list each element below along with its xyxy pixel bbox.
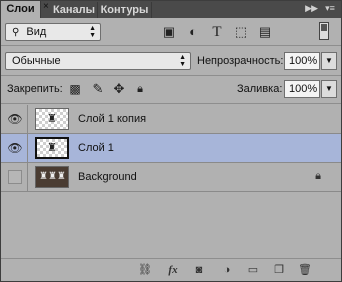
tab-paths[interactable]: Контуры <box>98 2 152 18</box>
layer-thumbnail: ♜♜♜ <box>35 166 69 188</box>
figures-icon: ♜♜♜ <box>39 171 66 182</box>
image-filter-icon[interactable]: ▣ <box>161 24 177 40</box>
lock-image-icon[interactable]: ✎ <box>90 81 106 97</box>
fill-input[interactable]: 100% <box>284 80 320 98</box>
figure-icon: ♜ <box>47 142 57 154</box>
delete-layer-icon[interactable]: 🗑︎ <box>297 262 313 278</box>
new-group-icon[interactable]: ▭ <box>245 262 261 278</box>
collapse-panel-icon[interactable]: ▶▶ <box>305 3 318 14</box>
type-filter-icon[interactable]: T <box>209 24 225 40</box>
tab-layers[interactable]: Слои <box>1 1 41 18</box>
figure-icon: ♜ <box>47 113 57 125</box>
search-icon: ⚲ <box>12 27 20 38</box>
lock-label: Закрепить: <box>7 83 63 95</box>
link-layers-icon[interactable]: ⛓ <box>137 262 153 278</box>
separator <box>1 45 341 46</box>
add-mask-icon[interactable]: ◙ <box>191 262 207 278</box>
lock-transparent-icon[interactable]: ▩ <box>67 81 83 97</box>
lock-all-icon[interactable]: 🔒︎ <box>132 81 148 97</box>
smart-object-filter-icon[interactable]: ▤ <box>257 24 273 40</box>
layer-row[interactable]: 👁︎ ♜ Слой 1 <box>1 134 341 163</box>
select-arrows-icon: ▲ ▼ <box>179 54 186 68</box>
layers-list: 👁︎ ♜ Слой 1 копия 👁︎ ♜ Слой 1 ♜♜♜ Backgr… <box>1 105 341 259</box>
layer-name[interactable]: Background <box>78 171 137 183</box>
layer-name[interactable]: Слой 1 копия <box>78 113 146 125</box>
layer-row[interactable]: ♜♜♜ Background 🔒︎ <box>1 163 341 192</box>
blend-mode-select[interactable]: Обычные ▲ ▼ <box>5 52 191 70</box>
close-tab-icon[interactable]: × <box>43 1 49 12</box>
eye-icon[interactable]: 👁︎ <box>7 141 23 155</box>
filter-toggle-switch[interactable] <box>319 22 329 40</box>
layer-filter-select[interactable]: ⚲ Вид ▲ ▼ <box>5 23 101 41</box>
layer-row[interactable]: 👁︎ ♜ Слой 1 копия <box>1 105 341 134</box>
eye-icon[interactable]: 👁︎ <box>7 112 23 126</box>
opacity-input[interactable]: 100% <box>284 52 320 70</box>
separator <box>1 103 341 104</box>
visibility-toggle[interactable] <box>8 170 22 184</box>
shape-filter-icon[interactable]: ⬚ <box>233 24 249 40</box>
fx-icon[interactable]: fx <box>165 262 181 278</box>
select-arrows-icon: ▲ ▼ <box>89 25 96 39</box>
lock-icon: 🔒︎ <box>315 170 321 182</box>
layer-thumbnail: ♜ <box>35 137 69 159</box>
new-adjustment-icon[interactable]: ◑ <box>219 262 235 278</box>
fill-label: Заливка: <box>237 83 283 95</box>
lock-position-icon[interactable]: ✥ <box>111 81 127 97</box>
panel-footer: ⛓ fx ◙ ◑ ▭ ❐ 🗑︎ <box>1 258 341 281</box>
panel-tab-bar: Слои × Каналы Контуры ▶▶ ▾≡ <box>1 1 341 18</box>
panel-menu-icon[interactable]: ▾≡ <box>323 3 337 15</box>
layers-panel: Слои × Каналы Контуры ▶▶ ▾≡ ⚲ Вид ▲ ▼ ▣ ◐… <box>0 0 342 282</box>
layer-thumbnail: ♜ <box>35 108 69 130</box>
fill-dropdown-button[interactable]: ▼ <box>321 80 337 98</box>
adjustment-filter-icon[interactable]: ◐ <box>185 24 201 40</box>
tab-channels[interactable]: Каналы <box>51 2 98 18</box>
new-layer-icon[interactable]: ❐ <box>271 262 287 278</box>
separator <box>1 75 341 76</box>
layer-name[interactable]: Слой 1 <box>78 142 114 154</box>
opacity-dropdown-button[interactable]: ▼ <box>321 52 337 70</box>
opacity-label: Непрозрачность: <box>197 55 284 67</box>
